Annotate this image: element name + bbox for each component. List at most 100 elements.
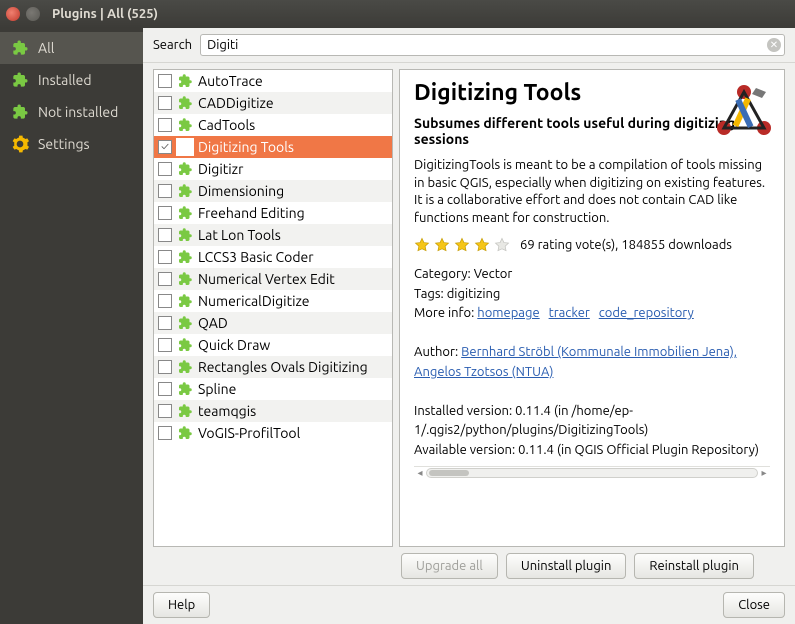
plugin-checkbox[interactable]	[158, 382, 172, 396]
author-link[interactable]: Bernhard Ströbl (Kommunale Immobilien Je…	[414, 345, 737, 379]
scroll-left-icon[interactable]: ◂	[414, 467, 426, 479]
plugin-checkbox[interactable]	[158, 404, 172, 418]
star-icon	[454, 237, 470, 253]
window-minimize-icon[interactable]	[26, 7, 40, 21]
puzzle-icon	[176, 270, 194, 288]
installed-version: Installed version: 0.11.4 (in /home/ep-1…	[414, 402, 770, 441]
nav-label: Not installed	[38, 104, 118, 120]
plugin-checkbox[interactable]	[158, 228, 172, 242]
plugin-list[interactable]: AutoTrace CADDigitize CadTools ✓ ✎Digitizing…	[153, 69, 393, 547]
puzzle-icon	[176, 402, 194, 420]
digitizing-tools-icon: ✎	[176, 138, 194, 156]
plugin-item[interactable]: AutoTrace	[154, 70, 392, 92]
uninstall-plugin-button[interactable]: Uninstall plugin	[506, 553, 627, 579]
star-icon	[494, 237, 510, 253]
plugin-name: Digitizing Tools	[198, 139, 294, 155]
search-input[interactable]	[200, 34, 785, 56]
upgrade-all-button[interactable]: Upgrade all	[401, 553, 498, 579]
plugin-name: Digitizr	[198, 161, 243, 177]
plugin-name: CadTools	[198, 117, 255, 133]
puzzle-icon	[176, 182, 194, 200]
plugin-checkbox[interactable]	[158, 360, 172, 374]
plugin-item[interactable]: Numerical Vertex Edit	[154, 268, 392, 290]
plugin-detail: Digitizing Tools Subsumes different tool…	[399, 69, 785, 547]
plugin-checkbox[interactable]	[158, 272, 172, 286]
plugin-item[interactable]: LCCS3 Basic Coder	[154, 246, 392, 268]
plugin-checkbox[interactable]	[158, 206, 172, 220]
plugin-name: Rectangles Ovals Digitizing	[198, 359, 368, 375]
plugin-checkbox[interactable]	[158, 250, 172, 264]
puzzle-icon	[176, 204, 194, 222]
plugin-item[interactable]: teamqgis	[154, 400, 392, 422]
plugin-name: Freehand Editing	[198, 205, 305, 221]
author-label: Author:	[414, 345, 458, 359]
plugin-item[interactable]: QAD	[154, 312, 392, 334]
gear-icon	[10, 134, 30, 154]
plugin-item[interactable]: Rectangles Ovals Digitizing	[154, 356, 392, 378]
plugin-item[interactable]: VoGIS-ProfilTool	[154, 422, 392, 444]
puzzle-icon	[176, 314, 194, 332]
scroll-right-icon[interactable]: ▸	[758, 467, 770, 479]
plugin-item[interactable]: Quick Draw	[154, 334, 392, 356]
plugin-name: NumericalDigitize	[198, 293, 310, 309]
star-icon	[434, 237, 450, 253]
puzzle-icon	[10, 102, 30, 122]
code-repo-link[interactable]: code_repository	[599, 306, 694, 320]
plugin-checkbox[interactable]	[158, 338, 172, 352]
plugin-name: LCCS3 Basic Coder	[198, 249, 314, 265]
plugin-name: Lat Lon Tools	[198, 227, 281, 243]
plugin-checkbox[interactable]	[158, 294, 172, 308]
nav-settings[interactable]: Settings	[0, 128, 143, 160]
plugin-checkbox[interactable]	[158, 316, 172, 330]
close-button[interactable]: Close	[723, 592, 785, 618]
plugin-item[interactable]: ✓ ✎Digitizing Tools	[154, 136, 392, 158]
plugin-checkbox[interactable]	[158, 162, 172, 176]
window-close-icon[interactable]	[6, 7, 20, 21]
plugin-checkbox[interactable]	[158, 118, 172, 132]
plugin-checkbox[interactable]	[158, 184, 172, 198]
plugin-item[interactable]: NumericalDigitize	[154, 290, 392, 312]
plugin-name: Quick Draw	[198, 337, 270, 353]
puzzle-icon	[176, 248, 194, 266]
dialog-actions: Help Close	[143, 585, 795, 624]
plugin-checkbox[interactable]: ✓	[158, 140, 172, 154]
puzzle-icon	[176, 94, 194, 112]
window-title: Plugins | All (525)	[52, 7, 158, 21]
help-button[interactable]: Help	[153, 592, 210, 618]
plugin-name: CADDigitize	[198, 95, 274, 111]
nav-label: Installed	[38, 72, 92, 88]
plugin-item[interactable]: Dimensioning	[154, 180, 392, 202]
plugin-item[interactable]: CADDigitize	[154, 92, 392, 114]
clear-search-icon[interactable]: ✕	[767, 38, 781, 52]
nav-all[interactable]: All	[0, 32, 143, 64]
plugin-checkbox[interactable]	[158, 74, 172, 88]
plugin-checkbox[interactable]	[158, 96, 172, 110]
puzzle-icon	[176, 380, 194, 398]
star-icon	[474, 237, 490, 253]
nav-not-installed[interactable]: Not installed	[0, 96, 143, 128]
titlebar: Plugins | All (525)	[0, 0, 795, 28]
puzzle-icon	[176, 336, 194, 354]
puzzle-icon	[10, 38, 30, 58]
plugin-checkbox[interactable]	[158, 426, 172, 440]
reinstall-plugin-button[interactable]: Reinstall plugin	[634, 553, 754, 579]
puzzle-icon	[176, 226, 194, 244]
plugin-item[interactable]: Spline	[154, 378, 392, 400]
tags-label: Tags:	[414, 287, 444, 301]
plugin-name: teamqgis	[198, 403, 256, 419]
plugin-item[interactable]: Lat Lon Tools	[154, 224, 392, 246]
nav-installed[interactable]: Installed	[0, 64, 143, 96]
plugin-name: VoGIS-ProfilTool	[198, 425, 300, 441]
plugin-name: Spline	[198, 381, 236, 397]
puzzle-icon	[176, 72, 194, 90]
horizontal-scrollbar[interactable]: ◂ ▸	[414, 466, 770, 478]
plugin-name: Numerical Vertex Edit	[198, 271, 335, 287]
nav-label: Settings	[38, 136, 90, 152]
plugin-item[interactable]: Freehand Editing	[154, 202, 392, 224]
homepage-link[interactable]: homepage	[477, 306, 539, 320]
available-version: Available version: 0.11.4 (in QGIS Offic…	[414, 441, 770, 461]
rating-row: 69 rating vote(s), 184855 downloads	[414, 237, 770, 253]
tracker-link[interactable]: tracker	[549, 306, 590, 320]
plugin-item[interactable]: CadTools	[154, 114, 392, 136]
plugin-item[interactable]: Digitizr	[154, 158, 392, 180]
